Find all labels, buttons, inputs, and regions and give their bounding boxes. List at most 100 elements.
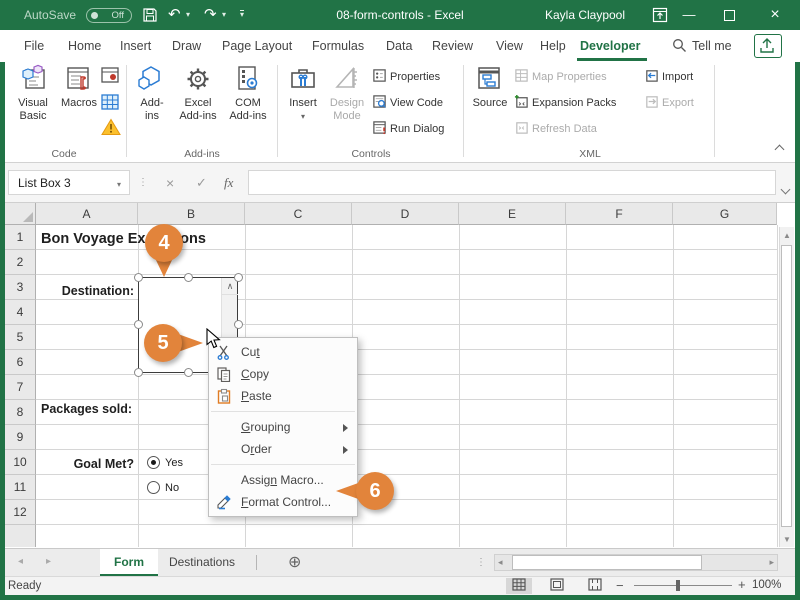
selection-handle[interactable] [134, 368, 143, 377]
expansion-packs-button[interactable]: Expansion Packs [514, 93, 616, 113]
selection-handle[interactable] [234, 273, 243, 282]
ribbon-display-options-icon[interactable] [652, 7, 668, 28]
row-header-1[interactable]: 1 [5, 225, 36, 250]
cell-a3[interactable]: Destination: [36, 284, 134, 298]
row-header-3[interactable]: 3 [5, 275, 36, 300]
horizontal-scrollbar-thumb[interactable] [512, 555, 702, 570]
scroll-up-arrow-icon[interactable]: ▲ [780, 231, 794, 240]
map-properties-button[interactable]: Map Properties [514, 67, 607, 87]
zoom-slider-thumb[interactable] [676, 580, 680, 591]
tab-data[interactable]: Data [386, 30, 412, 62]
macros-button[interactable]: Macros [56, 64, 102, 110]
hscroll-left-icon[interactable]: ◂ [498, 557, 503, 568]
enter-check-icon[interactable]: ✓ [196, 163, 207, 203]
close-button[interactable]: × [758, 0, 792, 30]
column-header-g[interactable]: G [673, 203, 777, 225]
tab-draw[interactable]: Draw [172, 30, 201, 62]
menu-item-order[interactable]: Order [209, 438, 357, 460]
row-header-4[interactable]: 4 [5, 300, 36, 325]
collapse-ribbon-button[interactable] [776, 140, 783, 158]
view-normal-button[interactable] [506, 578, 532, 594]
row-header-12[interactable]: 12 [5, 500, 36, 525]
column-header-c[interactable]: C [245, 203, 352, 225]
sheet-nav-left-icon[interactable]: ◂ [18, 556, 23, 567]
worksheet-gridlines[interactable] [36, 225, 777, 547]
zoom-in-button[interactable]: + [738, 577, 746, 592]
splitter-dots-icon[interactable]: ⋮ [476, 557, 486, 568]
tab-home[interactable]: Home [68, 30, 101, 62]
tab-insert[interactable]: Insert [120, 30, 151, 62]
tab-review[interactable]: Review [432, 30, 473, 62]
insert-dropdown-caret-icon[interactable]: ▾ [282, 110, 324, 123]
column-header-a[interactable]: A [36, 203, 138, 225]
zoom-slider-track[interactable] [634, 585, 732, 586]
maximize-button[interactable] [712, 0, 746, 30]
formula-input[interactable] [248, 170, 776, 195]
source-button[interactable]: Source [468, 64, 512, 110]
cell-a8[interactable]: Packages sold: [41, 402, 132, 416]
minimize-button[interactable]: — [672, 0, 706, 30]
fx-icon[interactable]: fx [224, 163, 233, 203]
addins-button[interactable]: Add- ins [130, 64, 174, 123]
tab-help[interactable]: Help [540, 30, 566, 62]
sheet-nav-right-icon[interactable]: ▸ [46, 556, 51, 567]
radio-yes-label[interactable]: Yes [165, 457, 183, 469]
share-button[interactable] [754, 34, 782, 58]
expand-formula-bar-button[interactable] [782, 180, 789, 198]
row-header-10[interactable]: 10 [5, 450, 36, 475]
selection-handle[interactable] [184, 368, 193, 377]
run-dialog-button[interactable]: Run Dialog [372, 119, 444, 139]
row-header-8[interactable]: 8 [5, 400, 36, 425]
new-sheet-button[interactable]: ⊕ [288, 552, 301, 572]
hscroll-right-icon[interactable]: ▸ [769, 557, 774, 568]
search-icon[interactable] [672, 38, 687, 58]
column-header-f[interactable]: F [566, 203, 673, 225]
row-header-6[interactable]: 6 [5, 350, 36, 375]
sheet-tab-form[interactable]: Form [100, 549, 158, 576]
user-name[interactable]: Kayla Claypool [530, 0, 640, 30]
view-page-layout-button[interactable] [544, 578, 570, 594]
select-all-corner[interactable] [5, 203, 36, 225]
column-header-d[interactable]: D [352, 203, 459, 225]
menu-item-paste[interactable]: Paste [209, 385, 357, 407]
tab-view[interactable]: View [496, 30, 523, 62]
view-code-button[interactable]: View Code [372, 93, 443, 113]
menu-item-format-control[interactable]: Format Control... [209, 491, 357, 513]
radio-no-label[interactable]: No [165, 482, 179, 494]
excel-addins-button[interactable]: Excel Add-ins [172, 64, 224, 123]
macro-security-button[interactable] [101, 118, 121, 141]
name-box[interactable]: List Box 3 ▾ [8, 170, 130, 195]
row-header-5[interactable]: 5 [5, 325, 36, 350]
column-header-e[interactable]: E [459, 203, 566, 225]
row-header-2[interactable]: 2 [5, 250, 36, 275]
tab-file[interactable]: File [24, 30, 44, 62]
sheet-tab-destinations[interactable]: Destinations [158, 549, 246, 576]
import-button[interactable]: Import [644, 67, 693, 87]
row-header-11[interactable]: 11 [5, 475, 36, 500]
selection-handle[interactable] [234, 320, 243, 329]
radio-no[interactable] [147, 481, 160, 494]
menu-item-copy[interactable]: Copy [209, 363, 357, 385]
row-header-7[interactable]: 7 [5, 375, 36, 400]
radio-yes[interactable] [147, 456, 160, 469]
menu-item-assign-macro[interactable]: Assign Macro... [209, 469, 357, 491]
selection-handle[interactable] [134, 320, 143, 329]
selection-handle[interactable] [184, 273, 193, 282]
zoom-level[interactable]: 100% [752, 579, 781, 591]
design-mode-button[interactable]: Design Mode [324, 64, 370, 123]
visual-basic-button[interactable]: Visual Basic [8, 64, 58, 123]
name-box-caret-icon[interactable]: ▾ [117, 172, 121, 197]
scroll-down-arrow-icon[interactable]: ▼ [781, 535, 793, 544]
tab-formulas[interactable]: Formulas [312, 30, 364, 62]
selection-handle[interactable] [134, 273, 143, 282]
com-addins-button[interactable]: COM Add-ins [222, 64, 274, 123]
column-header-b[interactable]: B [138, 203, 245, 225]
use-relative-references-button[interactable] [100, 92, 120, 117]
cell-a10[interactable]: Goal Met? [36, 457, 134, 471]
record-macro-button[interactable] [100, 66, 120, 91]
cancel-icon[interactable]: × [166, 163, 174, 203]
menu-item-cut[interactable]: Cut [209, 341, 357, 363]
row-header-9[interactable]: 9 [5, 425, 36, 450]
refresh-data-button[interactable]: Refresh Data [514, 119, 597, 139]
tell-me-label[interactable]: Tell me [692, 30, 732, 62]
